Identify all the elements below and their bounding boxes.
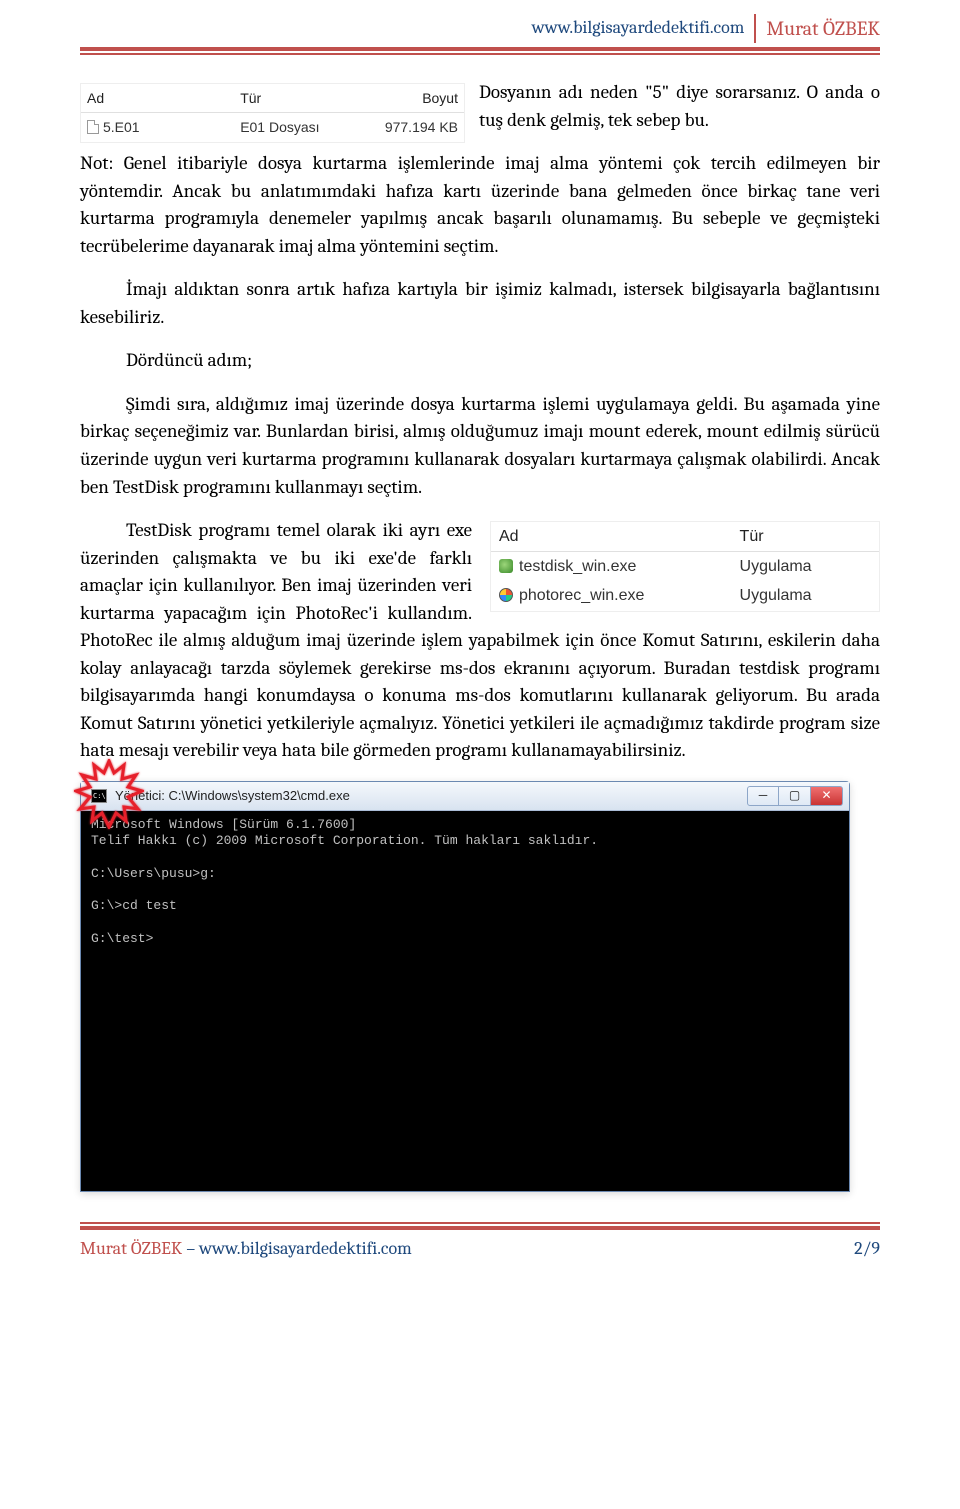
testdisk-type: Uygulama — [732, 552, 879, 582]
file-name: 5.E01 — [103, 119, 140, 135]
photorec-name: photorec_win.exe — [519, 587, 644, 604]
table-row: 5.E01 E01 Dosyası 977.194 KB — [81, 113, 464, 142]
testdisk-icon — [499, 559, 513, 573]
paragraph-after-image: İmajı aldıktan sonra artık hafıza kartıy… — [80, 276, 880, 331]
col-tur: Tür — [234, 84, 368, 113]
header-divider — [80, 53, 880, 55]
paragraph-note: Not: Genel itibariyle dosya kurtarma işl… — [80, 150, 880, 260]
photorec-icon — [499, 588, 513, 602]
file-list-testdisk: Ad Tür testdisk_win.exe Uygulama photore… — [490, 521, 880, 612]
page-header: www.bilgisayardedektifi.com Murat ÖZBEK — [80, 0, 880, 51]
col-boyut: Boyut — [368, 84, 464, 113]
minimize-button[interactable]: ─ — [747, 786, 779, 806]
file-size: 977.194 KB — [368, 113, 464, 142]
file-type: E01 Dosyası — [234, 113, 368, 142]
footer-divider-thin — [80, 1222, 880, 1224]
starburst-highlight-icon — [74, 759, 144, 829]
paragraph-step4-title: Dördüncü adım; — [80, 347, 880, 375]
file-list-e01: Ad Tür Boyut 5.E01 E01 Dosyası 977.194 K… — [80, 83, 465, 143]
footer-divider-thick — [80, 1226, 880, 1230]
cmd-output: Microsoft Windows [Sürüm 6.1.7600] Telif… — [81, 811, 849, 1191]
photorec-type: Uygulama — [732, 581, 879, 610]
col2-tur: Tür — [732, 522, 879, 552]
col-ad: Ad — [81, 84, 234, 113]
testdisk-name: testdisk_win.exe — [519, 558, 636, 575]
col2-ad: Ad — [491, 522, 732, 552]
header-url: www.bilgisayardedektifi.com — [532, 15, 745, 41]
close-button[interactable]: ✕ — [811, 786, 843, 806]
page-footer: Murat ÖZBEK – www.bilgisayardedektifi.co… — [80, 1236, 880, 1280]
header-author: Murat ÖZBEK — [754, 14, 880, 43]
table-row: photorec_win.exe Uygulama — [491, 581, 879, 610]
maximize-button[interactable]: ▢ — [779, 786, 811, 806]
footer-left: Murat ÖZBEK – www.bilgisayardedektifi.co… — [80, 1236, 412, 1262]
table-row: testdisk_win.exe Uygulama — [491, 552, 879, 582]
footer-sep: – — [182, 1238, 199, 1259]
window-buttons: ─ ▢ ✕ — [747, 786, 843, 806]
cmd-screenshot: Yönetici: C:\Windows\system32\cmd.exe ─ … — [80, 781, 880, 1192]
footer-page-number: 2/9 — [854, 1236, 880, 1262]
file-icon — [87, 120, 99, 134]
footer-author: Murat ÖZBEK — [80, 1238, 182, 1259]
paragraph-step4-body: Şimdi sıra, aldığımız imaj üzerinde dosy… — [80, 391, 880, 501]
cmd-window: Yönetici: C:\Windows\system32\cmd.exe ─ … — [80, 781, 850, 1192]
cmd-title-text: Yönetici: C:\Windows\system32\cmd.exe — [115, 787, 350, 806]
cmd-titlebar: Yönetici: C:\Windows\system32\cmd.exe ─ … — [81, 782, 849, 811]
footer-url: www.bilgisayardedektifi.com — [199, 1238, 412, 1259]
